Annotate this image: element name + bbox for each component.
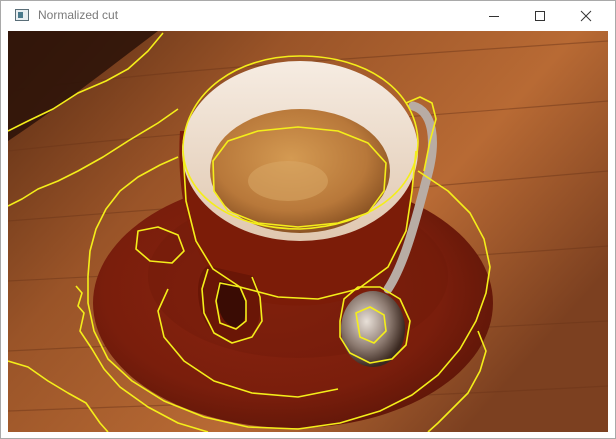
close-icon [580,10,592,22]
maximize-button[interactable] [517,1,563,31]
segmented-photo [8,31,608,432]
maximize-icon [535,11,545,21]
app-icon [15,9,29,21]
minimize-icon [489,16,499,17]
segmentation-image [8,31,608,432]
close-button[interactable] [563,1,609,31]
minimize-button[interactable] [471,1,517,31]
title-bar[interactable]: Normalized cut [1,1,615,31]
app-window: Normalized cut [0,0,616,439]
window-title: Normalized cut [38,8,119,22]
